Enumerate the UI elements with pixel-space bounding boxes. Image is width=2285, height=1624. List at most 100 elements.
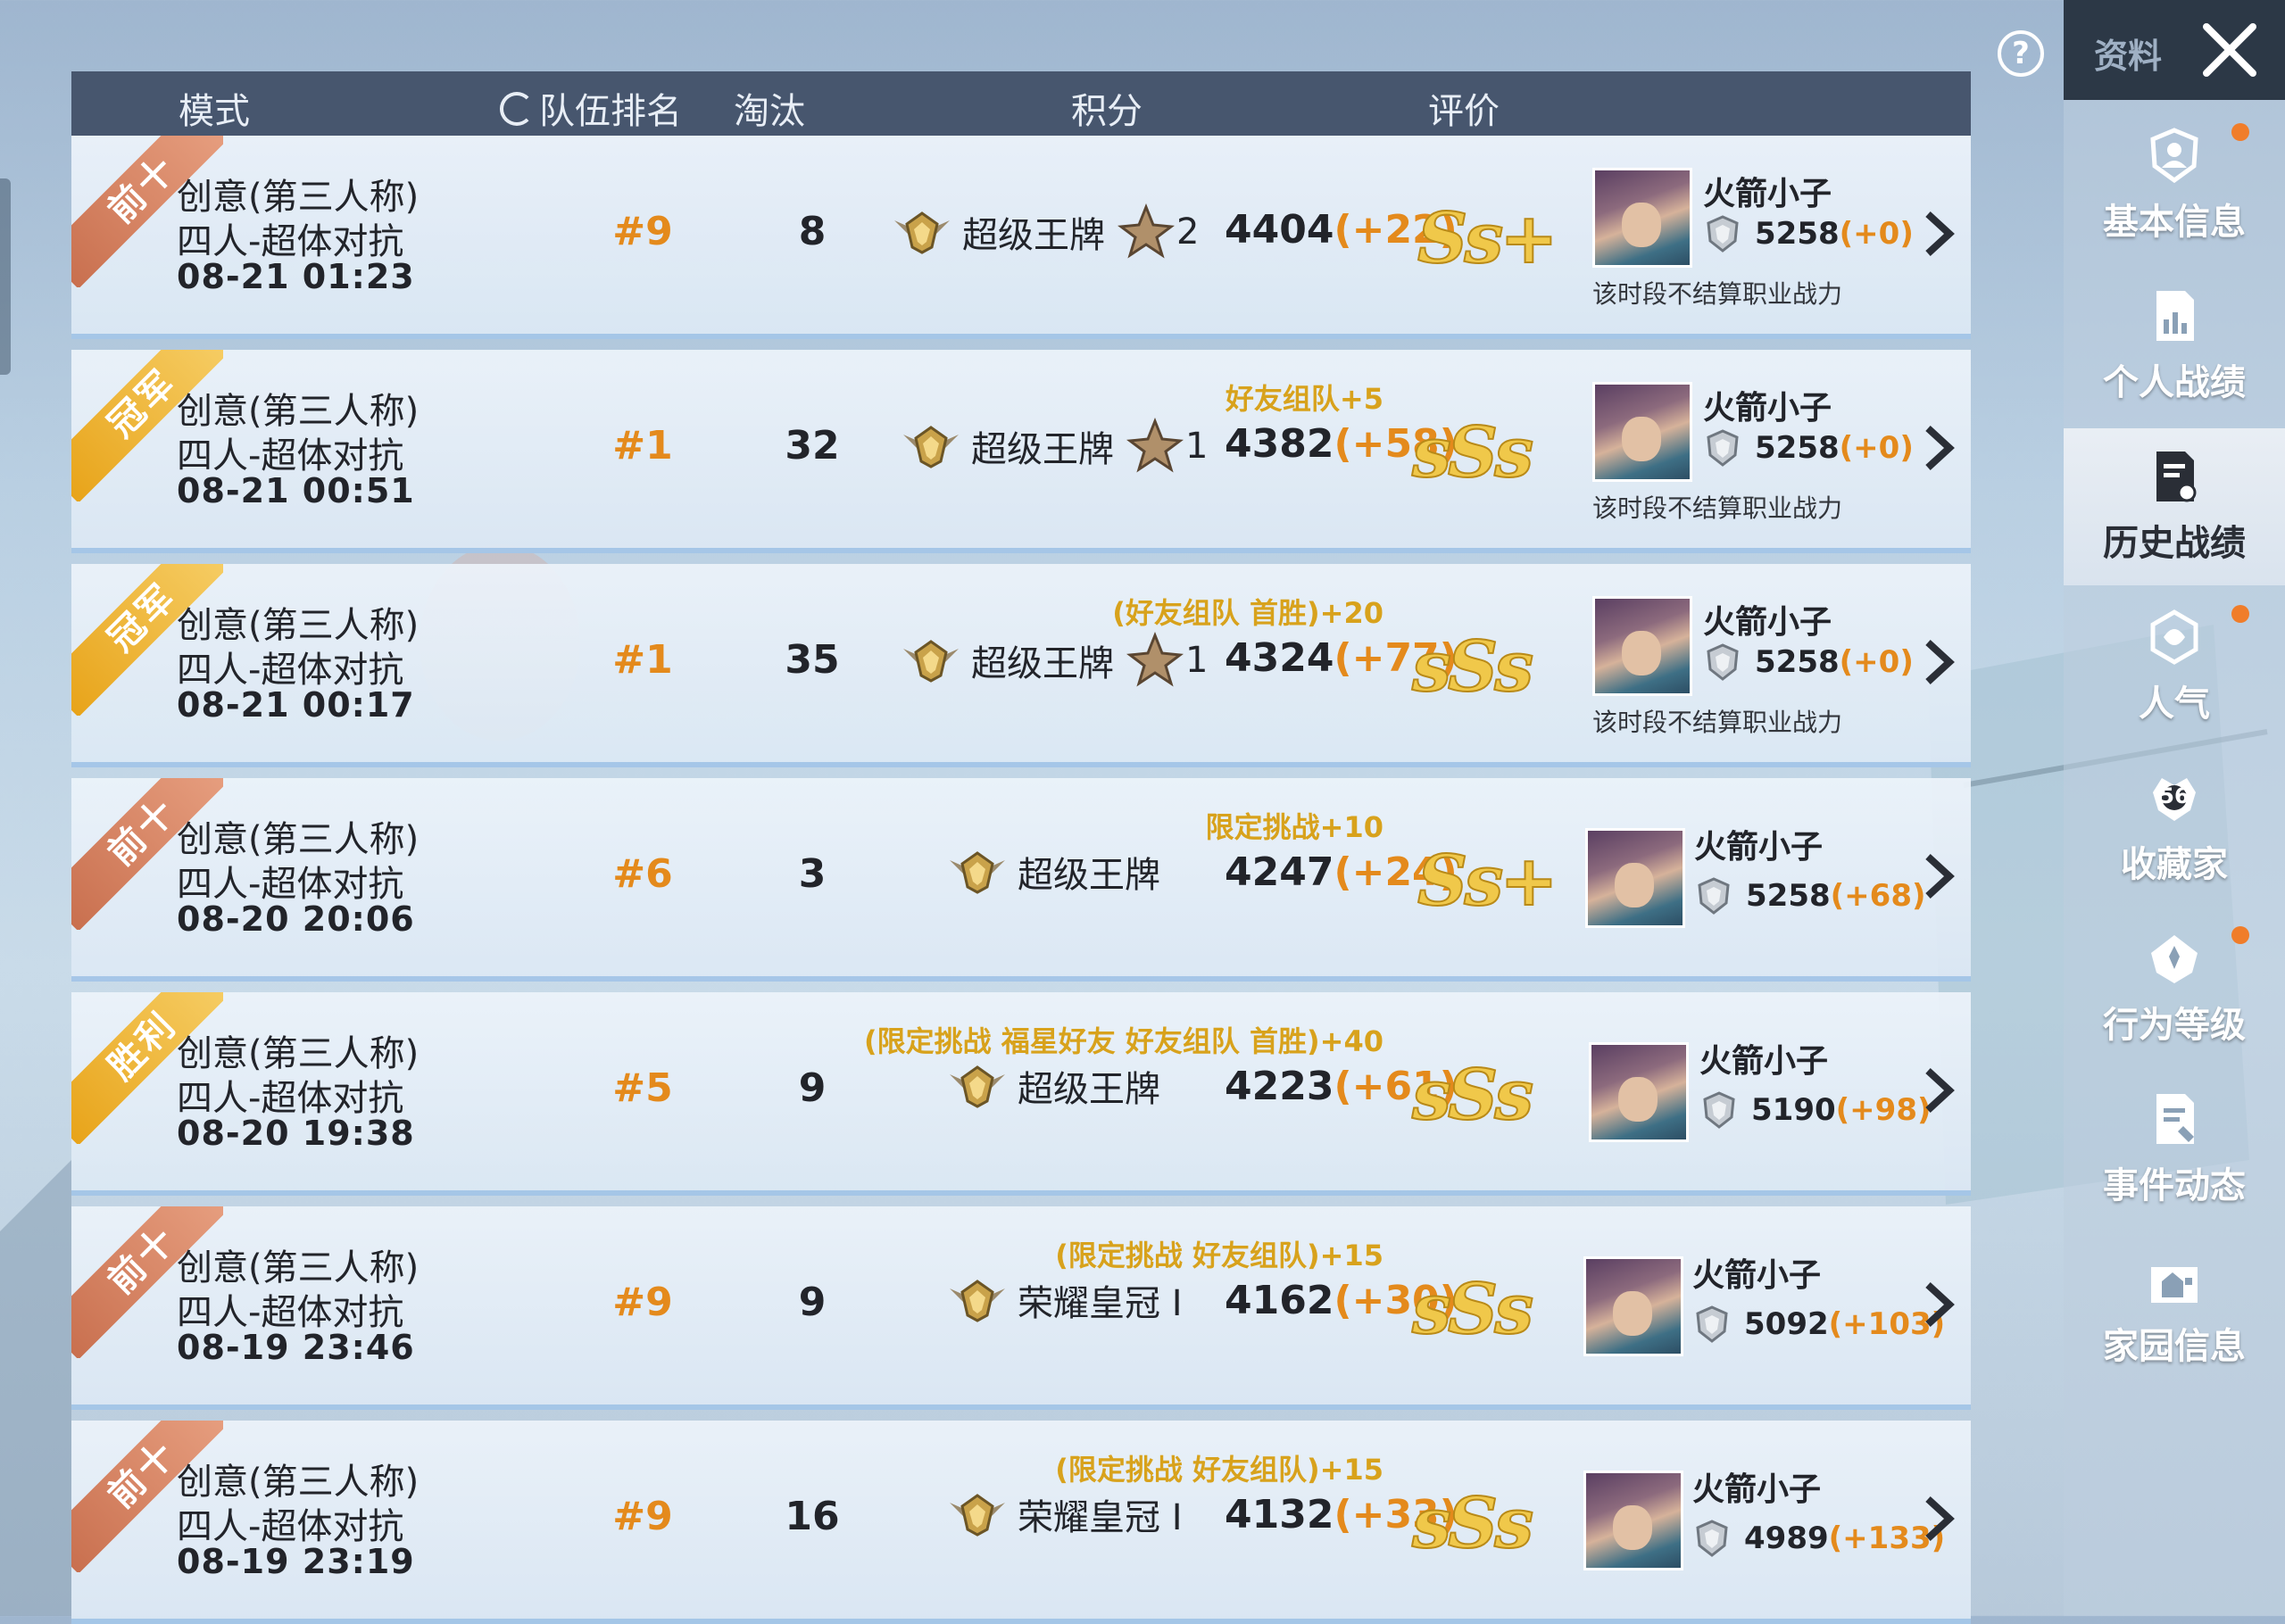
power-delta: (+0) (1839, 644, 1914, 680)
help-icon[interactable]: ? (1998, 30, 2044, 77)
player-name: 火箭小子 (1703, 176, 1832, 212)
sidebar-item-6[interactable]: 事件动态 (2064, 1071, 2285, 1228)
team-rank: #1 (612, 423, 673, 468)
rating-grade: sSs (1411, 626, 1534, 708)
star-badge-icon (1126, 418, 1184, 473)
match-row[interactable]: 前十 创意(第三人称) 四人-超体对抗 08-19 23:19 #9 16 (限… (71, 1421, 1971, 1624)
match-row[interactable]: 冠军 创意(第三人称) 四人-超体对抗 08-21 00:51 #1 32 好友… (71, 350, 1971, 553)
combat-power: 5258 (+0) (1703, 214, 1914, 253)
combat-power: 4989 (+133) (1692, 1519, 1945, 1558)
match-row[interactable]: 前十 创意(第三人称) 四人-超体对抗 08-19 23:46 #9 9 (限定… (71, 1206, 1971, 1410)
avatar[interactable] (1583, 1256, 1683, 1356)
elimination-count: 35 (785, 637, 840, 683)
tier-label: 超级王牌 (971, 429, 1114, 470)
power-value: 5258 (1755, 430, 1840, 466)
close-icon[interactable] (2198, 20, 2262, 80)
sidebar-item-label: 行为等级 (2103, 1005, 2246, 1046)
rating-grade: Ss+ (1417, 840, 1559, 923)
chevron-right-icon[interactable] (1915, 1492, 1960, 1545)
bonus-text: (限定挑战 好友组队)+15 (1055, 1239, 1383, 1272)
sidebar-header: 资料 (2064, 0, 2285, 100)
tier: 超级王牌 (946, 846, 1160, 898)
bonus-text: 限定挑战+10 (1205, 810, 1383, 844)
team-rank: #1 (612, 637, 673, 683)
sidebar-item-7[interactable]: 家园信息 (2064, 1231, 2285, 1388)
combat-power: 5190 (+98) (1699, 1090, 1932, 1130)
score-value: 4132 (1225, 1492, 1334, 1537)
chevron-right-icon[interactable] (1915, 207, 1960, 261)
left-edge-tab[interactable] (0, 178, 11, 375)
sidebar: 资料 基本信息 个人战绩 历史战绩 人气 56 收藏家 行为等级 事件动态 家园… (2064, 0, 2285, 1616)
team-rank: #9 (612, 1280, 673, 1325)
avatar[interactable] (1592, 382, 1692, 482)
power-delta: (+0) (1839, 216, 1914, 252)
sidebar-item-3[interactable]: 人气 (2064, 589, 2285, 746)
avatar[interactable] (1592, 596, 1692, 696)
event-doc-icon (2156, 1094, 2194, 1144)
match-row[interactable]: 前十 创意(第三人称) 四人-超体对抗 08-20 20:06 #6 3 限定挑… (71, 778, 1971, 982)
chevron-right-icon[interactable] (1915, 421, 1960, 475)
elimination-count: 16 (785, 1494, 840, 1539)
avatar[interactable] (1589, 1042, 1689, 1142)
bonus-text: 好友组队+5 (1225, 382, 1383, 416)
tier-badge-icon (903, 640, 959, 683)
popularity-icon (2150, 609, 2198, 665)
match-row[interactable]: 前十 创意(第三人称) 四人-超体对抗 08-21 01:23 #9 8 超级王… (71, 136, 1971, 339)
table-header: 模式 队伍排名 淘汰 积分 评价 (71, 71, 1971, 136)
avatar[interactable] (1592, 168, 1692, 268)
match-time: 08-20 19:38 (177, 1114, 415, 1153)
combat-power: 5258 (+0) (1703, 642, 1914, 682)
sidebar-item-0[interactable]: 基本信息 (2064, 107, 2285, 264)
notification-dot (2231, 605, 2249, 623)
tier-stars: 1 (1185, 640, 1209, 681)
chevron-right-icon[interactable] (1915, 635, 1960, 689)
player-name: 火箭小子 (1692, 1257, 1822, 1294)
bonus-text: (限定挑战 好友组队)+15 (1055, 1453, 1383, 1487)
sidebar-item-label: 人气 (2139, 684, 2210, 725)
score-value: 4382 (1225, 421, 1334, 467)
match-row[interactable]: 胜利 创意(第三人称) 四人-超体对抗 08-20 19:38 #5 9 (限定… (71, 992, 1971, 1196)
avatar[interactable] (1585, 828, 1685, 928)
sidebar-item-label: 事件动态 (2103, 1165, 2246, 1206)
elimination-count: 9 (798, 1065, 827, 1111)
rating-grade: sSs (1411, 1054, 1534, 1137)
star-badge-icon (1126, 632, 1184, 687)
score-value: 4404 (1225, 207, 1334, 253)
power-delta: (+0) (1839, 430, 1914, 466)
tier-label: 荣耀皇冠 I (1018, 1497, 1183, 1538)
sidebar-item-2[interactable]: 历史战绩 (2064, 428, 2285, 585)
tier-badge-icon (950, 1065, 1005, 1108)
elimination-count: 9 (798, 1280, 827, 1325)
shield-icon (1698, 877, 1730, 915)
tier-label: 超级王牌 (971, 643, 1114, 684)
power-note: 该时段不结算职业战力 (1592, 279, 1843, 309)
team-rank: #9 (612, 209, 673, 254)
history-doc-icon (2156, 452, 2197, 502)
power-delta: (+68) (1830, 878, 1926, 914)
tier-badge-icon (903, 426, 959, 468)
chart-doc-icon (2156, 291, 2194, 341)
sidebar-item-4[interactable]: 56 收藏家 (2064, 750, 2285, 907)
tier: 荣耀皇冠 I (946, 1488, 1183, 1540)
sidebar-item-5[interactable]: 行为等级 (2064, 910, 2285, 1067)
chevron-right-icon[interactable] (1915, 1278, 1960, 1331)
chevron-right-icon[interactable] (1915, 849, 1960, 903)
elimination-count: 8 (798, 209, 827, 254)
power-value: 5258 (1746, 878, 1831, 914)
combat-power: 5258 (+0) (1703, 428, 1914, 468)
sidebar-item-1[interactable]: 个人战绩 (2064, 268, 2285, 425)
tier-stars: 2 (1176, 211, 1200, 253)
header-team-rank[interactable]: 队伍排名 (500, 82, 682, 134)
match-row[interactable]: 冠军 创意(第三人称) 四人-超体对抗 08-21 00:17 #1 35 (好… (71, 564, 1971, 767)
match-time: 08-20 20:06 (177, 899, 415, 939)
sidebar-item-label: 基本信息 (2103, 202, 2246, 243)
chevron-right-icon[interactable] (1915, 1064, 1960, 1117)
refresh-icon[interactable] (500, 92, 534, 126)
tier-badge-icon (950, 851, 1005, 894)
combat-power: 5092 (+103) (1692, 1305, 1945, 1344)
rating-grade: sSs (1411, 1268, 1534, 1351)
header-rating: 评价 (1428, 91, 1500, 132)
avatar[interactable] (1583, 1471, 1683, 1570)
match-time: 08-21 01:23 (177, 257, 415, 296)
shield-icon (1707, 215, 1739, 253)
